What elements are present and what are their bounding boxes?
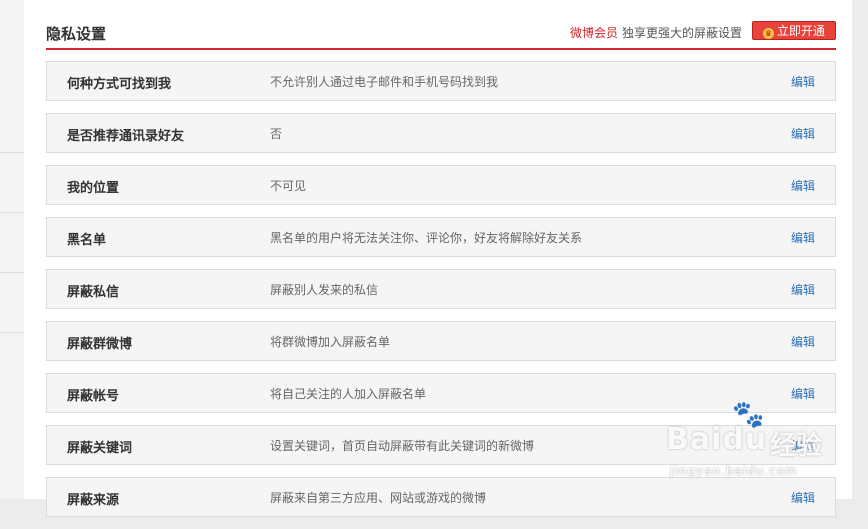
setting-row: 屏蔽关键词 设置关键词，首页自动屏蔽带有此关键词的新微博 编辑 — [46, 425, 836, 465]
setting-description: 将群微博加入屏蔽名单 — [270, 335, 391, 349]
setting-row: 屏蔽来源 屏蔽来自第三方应用、网站或游戏的微博 编辑 — [46, 477, 836, 517]
vip-promo: 微博会员 独享更强大的屏蔽设置 — [570, 24, 742, 41]
section-header: 隐私设置 微博会员 独享更强大的屏蔽设置 ♛ 立即开通 — [46, 18, 836, 50]
setting-label: 何种方式可找到我 — [67, 77, 172, 92]
setting-row: 屏蔽帐号 将自己关注的人加入屏蔽名单 编辑 — [46, 373, 836, 413]
edit-link[interactable]: 编辑 — [791, 437, 815, 454]
vip-link[interactable]: 微博会员 — [570, 26, 618, 40]
settings-list: 何种方式可找到我 不允许别人通过电子邮件和手机号码找到我 编辑 是否推荐通讯录好友否编… — [46, 61, 836, 529]
left-nav-divider — [0, 212, 24, 213]
setting-label: 是否推荐通讯录好友 — [67, 129, 185, 144]
promo-text: 独享更强大的屏蔽设置 — [621, 26, 742, 40]
setting-label: 屏蔽关键词 — [67, 441, 133, 456]
left-nav-divider — [0, 332, 24, 333]
setting-description: 不可见 — [270, 179, 307, 193]
setting-row: 是否推荐通讯录好友 否 编辑 — [46, 113, 836, 153]
left-nav-divider — [0, 272, 24, 273]
edit-link[interactable]: 编辑 — [791, 281, 815, 298]
setting-row: 黑名单 黑名单的用户将无法关注你、评论你，好友将解除好友关系 编辑 — [46, 217, 836, 257]
setting-description: 屏蔽别人发来的私信 — [270, 283, 379, 297]
setting-label: 我的位置 — [67, 181, 120, 196]
edit-link[interactable]: 编辑 — [791, 489, 815, 506]
crown-icon: ♛ — [762, 28, 774, 39]
edit-link[interactable]: 编辑 — [791, 229, 815, 246]
left-nav-strip — [0, 0, 25, 499]
edit-link[interactable]: 编辑 — [791, 125, 815, 142]
setting-row: 屏蔽私信 屏蔽别人发来的私信 编辑 — [46, 269, 836, 309]
setting-description: 屏蔽来自第三方应用、网站或游戏的微博 — [270, 491, 487, 505]
settings-panel: 隐私设置 微博会员 独享更强大的屏蔽设置 ♛ 立即开通 何种方式可找到我 不允许别人通… — [24, 0, 852, 517]
edit-link[interactable]: 编辑 — [791, 385, 815, 402]
setting-label: 屏蔽私信 — [67, 285, 120, 300]
setting-row: 屏蔽群微博 将群微博加入屏蔽名单 编辑 — [46, 321, 836, 361]
edit-link[interactable]: 编辑 — [791, 73, 815, 90]
left-nav-divider — [0, 152, 24, 153]
edit-link[interactable]: 编辑 — [791, 177, 815, 194]
edit-link[interactable]: 编辑 — [791, 333, 815, 350]
right-gutter — [852, 0, 868, 499]
setting-description: 不允许别人通过电子邮件和手机号码找到我 — [270, 75, 499, 89]
setting-row: 何种方式可找到我 不允许别人通过电子邮件和手机号码找到我 编辑 — [46, 61, 836, 101]
setting-label: 屏蔽群微博 — [67, 337, 133, 352]
setting-description: 否 — [270, 127, 283, 141]
setting-description: 黑名单的用户将无法关注你、评论你，好友将解除好友关系 — [270, 231, 583, 245]
setting-label: 屏蔽帐号 — [67, 389, 120, 404]
setting-description: 将自己关注的人加入屏蔽名单 — [270, 387, 427, 401]
open-vip-button[interactable]: ♛ 立即开通 — [752, 21, 836, 40]
page-title: 隐私设置 — [46, 25, 107, 43]
open-vip-label: 立即开通 — [776, 24, 825, 38]
setting-label: 黑名单 — [67, 233, 107, 248]
setting-description: 设置关键词，首页自动屏蔽带有此关键词的新微博 — [270, 439, 535, 453]
setting-row: 我的位置 不可见 编辑 — [46, 165, 836, 205]
